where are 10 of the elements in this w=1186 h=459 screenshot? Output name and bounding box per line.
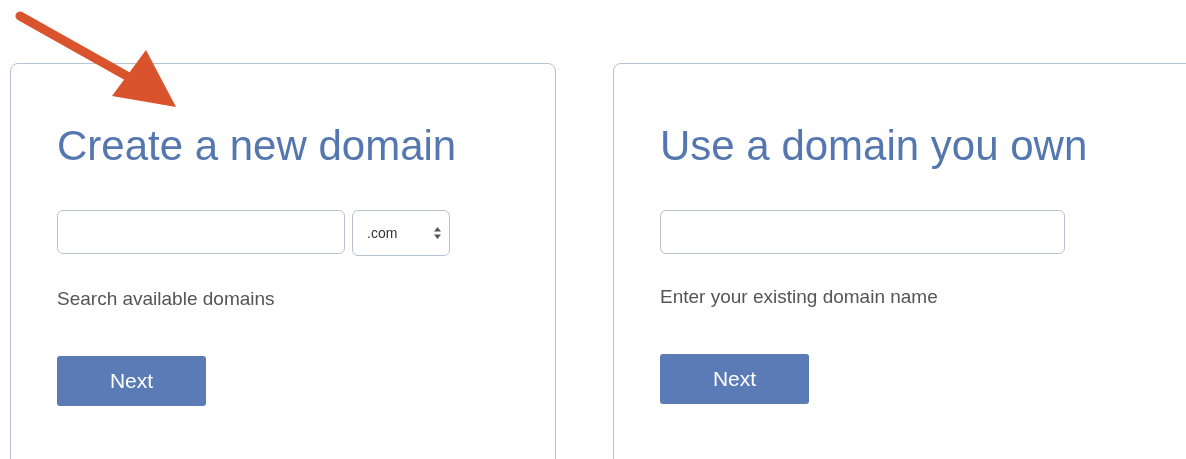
tld-select[interactable]: .com: [352, 210, 450, 256]
sort-arrows-icon: [434, 227, 441, 239]
domain-input-field[interactable]: [660, 210, 1065, 254]
field-hint: Enter your existing domain name: [660, 286, 939, 308]
next-button[interactable]: Next: [660, 354, 809, 404]
next-button[interactable]: Next: [57, 356, 206, 406]
card-title: Use a domain you own: [660, 121, 1089, 171]
card-title: Create a new domain: [57, 121, 458, 171]
field-hint: Search available domains: [57, 288, 276, 310]
domain-input-field[interactable]: [57, 210, 345, 254]
